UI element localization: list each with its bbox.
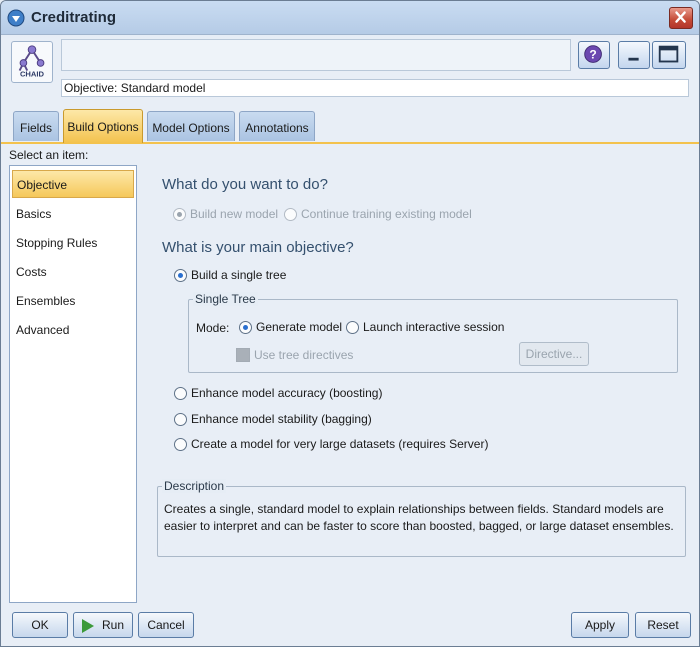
sidebar-item-objective[interactable]: Objective (12, 170, 134, 198)
continue-training-label: Continue training existing model (301, 207, 472, 221)
section-title-what-do: What do you want to do? (162, 176, 328, 193)
close-icon (675, 11, 686, 23)
generate-model-label: Generate model (256, 320, 343, 334)
launch-interactive-label: Launch interactive session (363, 320, 505, 334)
radio-indicator (173, 207, 186, 221)
tab-model-options[interactable]: Model Options (147, 111, 235, 141)
bagging-radio[interactable]: Enhance model stability (bagging) (174, 412, 372, 426)
generate-model-radio[interactable]: Generate model (239, 320, 342, 334)
boosting-radio[interactable]: Enhance model accuracy (boosting) (174, 386, 382, 400)
help-button[interactable]: ? (578, 41, 610, 69)
tab-build-options[interactable]: Build Options (63, 109, 143, 143)
boosting-label: Enhance model accuracy (boosting) (191, 386, 383, 400)
description-group: Description Creates a single, standard m… (157, 479, 686, 557)
single-tree-group: Single Tree Mode: Generate model Launch … (188, 292, 678, 373)
checkbox-box (236, 348, 250, 362)
radio-indicator (346, 320, 359, 334)
use-tree-directives-label: Use tree directives (254, 348, 354, 362)
section-title-main-objective: What is your main objective? (162, 239, 354, 256)
maximize-icon (658, 45, 679, 63)
radio-indicator (284, 207, 297, 221)
large-datasets-radio[interactable]: Create a model for very large datasets (… (174, 437, 488, 451)
radio-indicator (239, 320, 252, 334)
use-tree-directives-checkbox[interactable]: Use tree directives (236, 348, 353, 362)
sidebar-item-advanced[interactable]: Advanced (12, 316, 134, 344)
svg-text:CHAID: CHAID (20, 69, 45, 78)
run-icon (81, 618, 94, 633)
model-name-field[interactable] (61, 39, 571, 71)
build-single-tree-radio[interactable]: Build a single tree (174, 268, 286, 282)
build-new-model-radio[interactable]: Build new model (173, 207, 278, 221)
tab-annotations[interactable]: Annotations (239, 111, 315, 141)
reset-button[interactable]: Reset (635, 612, 691, 638)
minimize-button[interactable] (618, 41, 650, 69)
tab-fields[interactable]: Fields (13, 111, 59, 141)
build-new-model-label: Build new model (190, 207, 279, 221)
description-text: Creates a single, standard model to expl… (164, 502, 674, 533)
continue-training-radio[interactable]: Continue training existing model (284, 207, 472, 221)
radio-indicator (174, 386, 187, 400)
tree-icon: CHAID (18, 45, 45, 78)
sidebar-item-basics[interactable]: Basics (12, 200, 134, 228)
sidebar-item-ensembles[interactable]: Ensembles (12, 287, 134, 315)
run-button[interactable]: Run (73, 612, 133, 638)
launch-interactive-radio[interactable]: Launch interactive session (346, 320, 504, 334)
cancel-button[interactable]: Cancel (138, 612, 194, 638)
bagging-label: Enhance model stability (bagging) (191, 412, 372, 426)
title-bar[interactable]: Creditrating (1, 1, 699, 35)
mode-label: Mode: (196, 321, 230, 335)
radio-indicator (174, 268, 187, 282)
run-button-label: Run (101, 618, 124, 632)
radio-indicator (174, 437, 187, 451)
close-button[interactable] (669, 7, 693, 29)
item-list: Objective Basics Stopping Rules Costs En… (9, 165, 137, 603)
single-tree-group-label: Single Tree (193, 292, 258, 306)
chaid-model-icon: CHAID (11, 41, 53, 83)
objective-summary: Objective: Standard model (61, 79, 689, 97)
large-datasets-label: Create a model for very large datasets (… (191, 437, 489, 451)
help-icon: ? (584, 45, 602, 63)
svg-text:?: ? (589, 48, 596, 62)
dialog-window: Creditrating CHAID ? Objective: Standard… (0, 0, 700, 647)
directive-button[interactable]: Directive... (519, 342, 589, 366)
ok-button[interactable]: OK (12, 612, 68, 638)
select-item-label: Select an item: (9, 148, 89, 162)
minimize-icon (628, 57, 639, 61)
build-single-tree-label: Build a single tree (191, 268, 287, 282)
radio-indicator (174, 412, 187, 426)
sidebar-item-stopping-rules[interactable]: Stopping Rules (12, 229, 134, 257)
apply-button[interactable]: Apply (571, 612, 629, 638)
sidebar-item-costs[interactable]: Costs (12, 258, 134, 286)
description-label: Description (162, 479, 227, 493)
maximize-button[interactable] (652, 41, 686, 69)
app-icon (7, 9, 25, 27)
objective-panel: What do you want to do? Build new model … (141, 165, 697, 605)
window-title: Creditrating (31, 9, 117, 26)
